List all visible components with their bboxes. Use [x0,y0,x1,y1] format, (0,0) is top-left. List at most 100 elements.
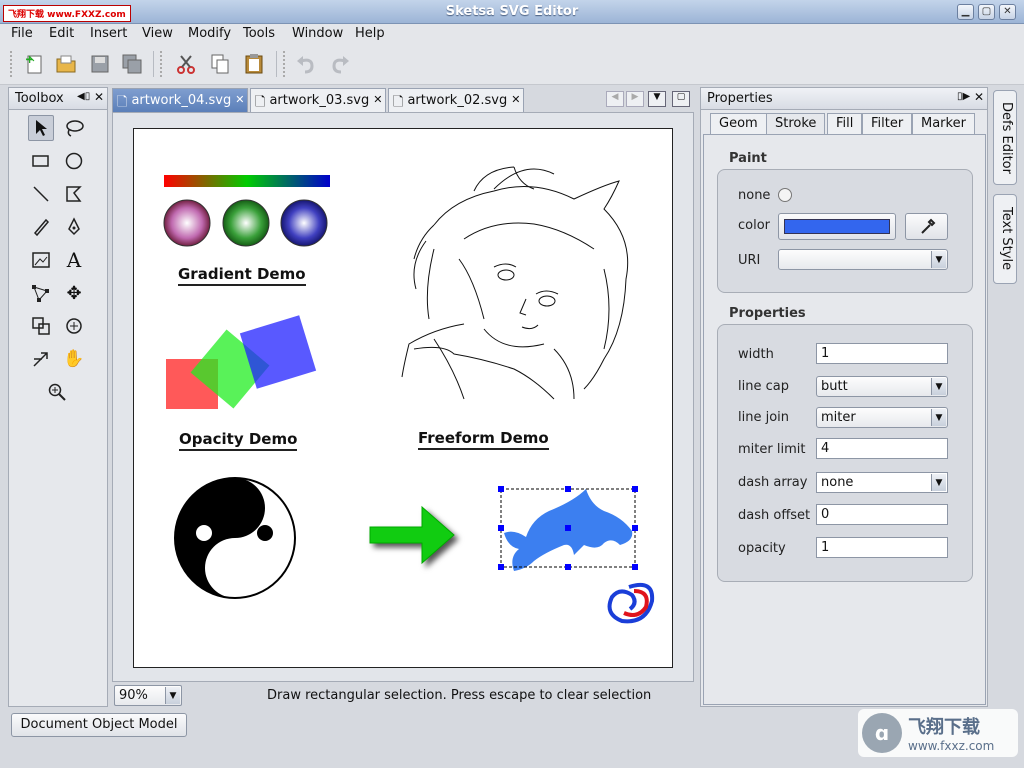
tab-close-icon[interactable]: ✕ [511,93,520,106]
menu-edit[interactable]: Edit [49,26,74,41]
menu-tools[interactable]: Tools [243,26,275,41]
svg-document[interactable]: Gradient Demo Opacity Demo Freeform Demo [133,128,673,668]
swirl-logo[interactable] [607,582,655,624]
tab-close-icon[interactable]: ✕ [235,93,244,106]
line-tool-icon[interactable] [28,181,54,207]
freeform-demo-title: Freeform Demo [418,429,549,450]
close-icon[interactable]: ✕ [974,90,984,104]
chevron-down-icon[interactable]: ▼ [165,687,180,704]
lasso-tool-icon[interactable] [61,115,87,141]
undo-icon[interactable] [292,50,320,78]
dash-offset-label: dash offset [738,508,811,523]
toolbar-grip[interactable] [10,51,14,77]
chevron-down-icon[interactable]: ▼ [931,251,946,268]
zoom-combo[interactable]: 90% ▼ [114,685,182,706]
gradient-circle-blue[interactable] [280,199,328,247]
tab-scroll-left-icon[interactable]: ◀ [606,91,624,107]
eyedropper-button[interactable] [905,213,948,240]
save-all-icon[interactable] [118,50,146,78]
ellipse-tool-icon[interactable] [61,148,87,174]
minimize-button[interactable]: ▁ [957,4,974,20]
chevron-down-icon[interactable]: ▼ [931,409,946,426]
paint-none-label: none [738,188,771,203]
hand-tool-icon[interactable]: ✋ [61,346,87,372]
image-tool-icon[interactable] [28,247,54,273]
tab-artwork-03[interactable]: 🗋 artwork_03.svg ✕ [250,88,386,112]
dock-icon[interactable]: ◀▯ [77,91,90,102]
toolbar-grip[interactable] [283,51,287,77]
dash-offset-field[interactable]: 0 [816,504,948,525]
color-button[interactable] [778,213,896,240]
tab-close-icon[interactable]: ✕ [373,93,382,106]
chevron-down-icon[interactable]: ▼ [931,474,946,491]
node-edit-tool-icon[interactable] [28,280,54,306]
text-tool-icon[interactable]: A [61,247,87,273]
new-file-icon[interactable]: + [20,50,48,78]
zoom-tool-icon[interactable] [44,379,70,405]
close-icon[interactable]: ✕ [94,90,104,104]
tab-geom[interactable]: Geom [710,113,767,134]
tab-list-icon[interactable]: ▼ [648,91,666,107]
save-icon[interactable] [86,50,114,78]
menu-help[interactable]: Help [355,26,385,41]
move-tool-icon[interactable]: ✥ [61,280,87,306]
open-folder-icon[interactable] [52,50,80,78]
tab-marker[interactable]: Marker [912,113,975,134]
width-field[interactable]: 1 [816,343,948,364]
svg-text:+: + [25,53,34,66]
gradient-tool-icon[interactable] [28,346,54,372]
tab-scroll-right-icon[interactable]: ▶ [626,91,644,107]
close-button[interactable]: ✕ [999,4,1016,20]
gradient-circle-green[interactable] [222,199,270,247]
toolbar-grip[interactable] [160,51,164,77]
redo-icon[interactable] [326,50,354,78]
menu-modify[interactable]: Modify [188,26,231,41]
paint-color-label: color [738,218,771,233]
tab-artwork-04[interactable]: 🗋 artwork_04.svg ✕ [112,88,248,112]
menu-insert[interactable]: Insert [90,26,127,41]
tab-defs-editor[interactable]: Defs Editor [993,90,1017,185]
document-object-model-button[interactable]: Document Object Model [11,713,187,737]
pen-tool-icon[interactable] [61,214,87,240]
paint-none-radio[interactable] [778,188,792,202]
paste-icon[interactable] [240,50,268,78]
tab-fill[interactable]: Fill [827,113,863,134]
transform-tool-icon[interactable] [28,313,54,339]
green-arrow[interactable] [369,505,455,565]
uri-combo[interactable]: ▼ [778,249,948,270]
copy-icon[interactable] [206,50,234,78]
menu-view[interactable]: View [142,26,173,41]
maximize-button[interactable]: ▢ [978,4,995,20]
line-join-select[interactable]: miter ▼ [816,407,948,428]
rainbow-gradient-bar[interactable] [164,175,330,187]
tab-artwork-02[interactable]: 🗋 artwork_02.svg ✕ [388,88,524,112]
miter-limit-field[interactable]: 4 [816,438,948,459]
menu-file[interactable]: File [11,26,33,41]
pencil-tool-icon[interactable] [28,214,54,240]
gradient-circle-red[interactable] [163,199,211,247]
select-tool-icon[interactable] [28,115,54,141]
tab-filter[interactable]: Filter [862,113,913,134]
dash-array-combo[interactable]: none ▼ [816,472,948,493]
watermark-top: 飞翔下载 www.FXXZ.com [3,5,131,22]
polygon-tool-icon[interactable] [61,181,87,207]
dock-icon[interactable]: ▯▶ [957,91,970,102]
menu-window[interactable]: Window [292,26,343,41]
rotate-tool-icon[interactable] [61,313,87,339]
line-cap-select[interactable]: butt ▼ [816,376,948,397]
yin-yang-symbol[interactable] [174,477,296,599]
tab-text-style[interactable]: Text Style [993,194,1017,284]
paint-uri-label: URI [738,253,761,268]
line-join-label: line join [738,410,790,425]
watermark-url: www.fxxz.com [908,739,995,753]
freeform-face-drawing[interactable] [401,166,629,400]
maximize-editor-icon[interactable]: ▢ [672,91,690,107]
cut-icon[interactable] [172,50,200,78]
dash-array-label: dash array [738,475,808,490]
tab-stroke[interactable]: Stroke [766,113,826,134]
chevron-down-icon[interactable]: ▼ [931,378,946,395]
rectangle-tool-icon[interactable] [28,148,54,174]
tab-label: artwork_03.svg [269,93,370,108]
properties-title: Properties [707,91,773,106]
opacity-field[interactable]: 1 [816,537,948,558]
